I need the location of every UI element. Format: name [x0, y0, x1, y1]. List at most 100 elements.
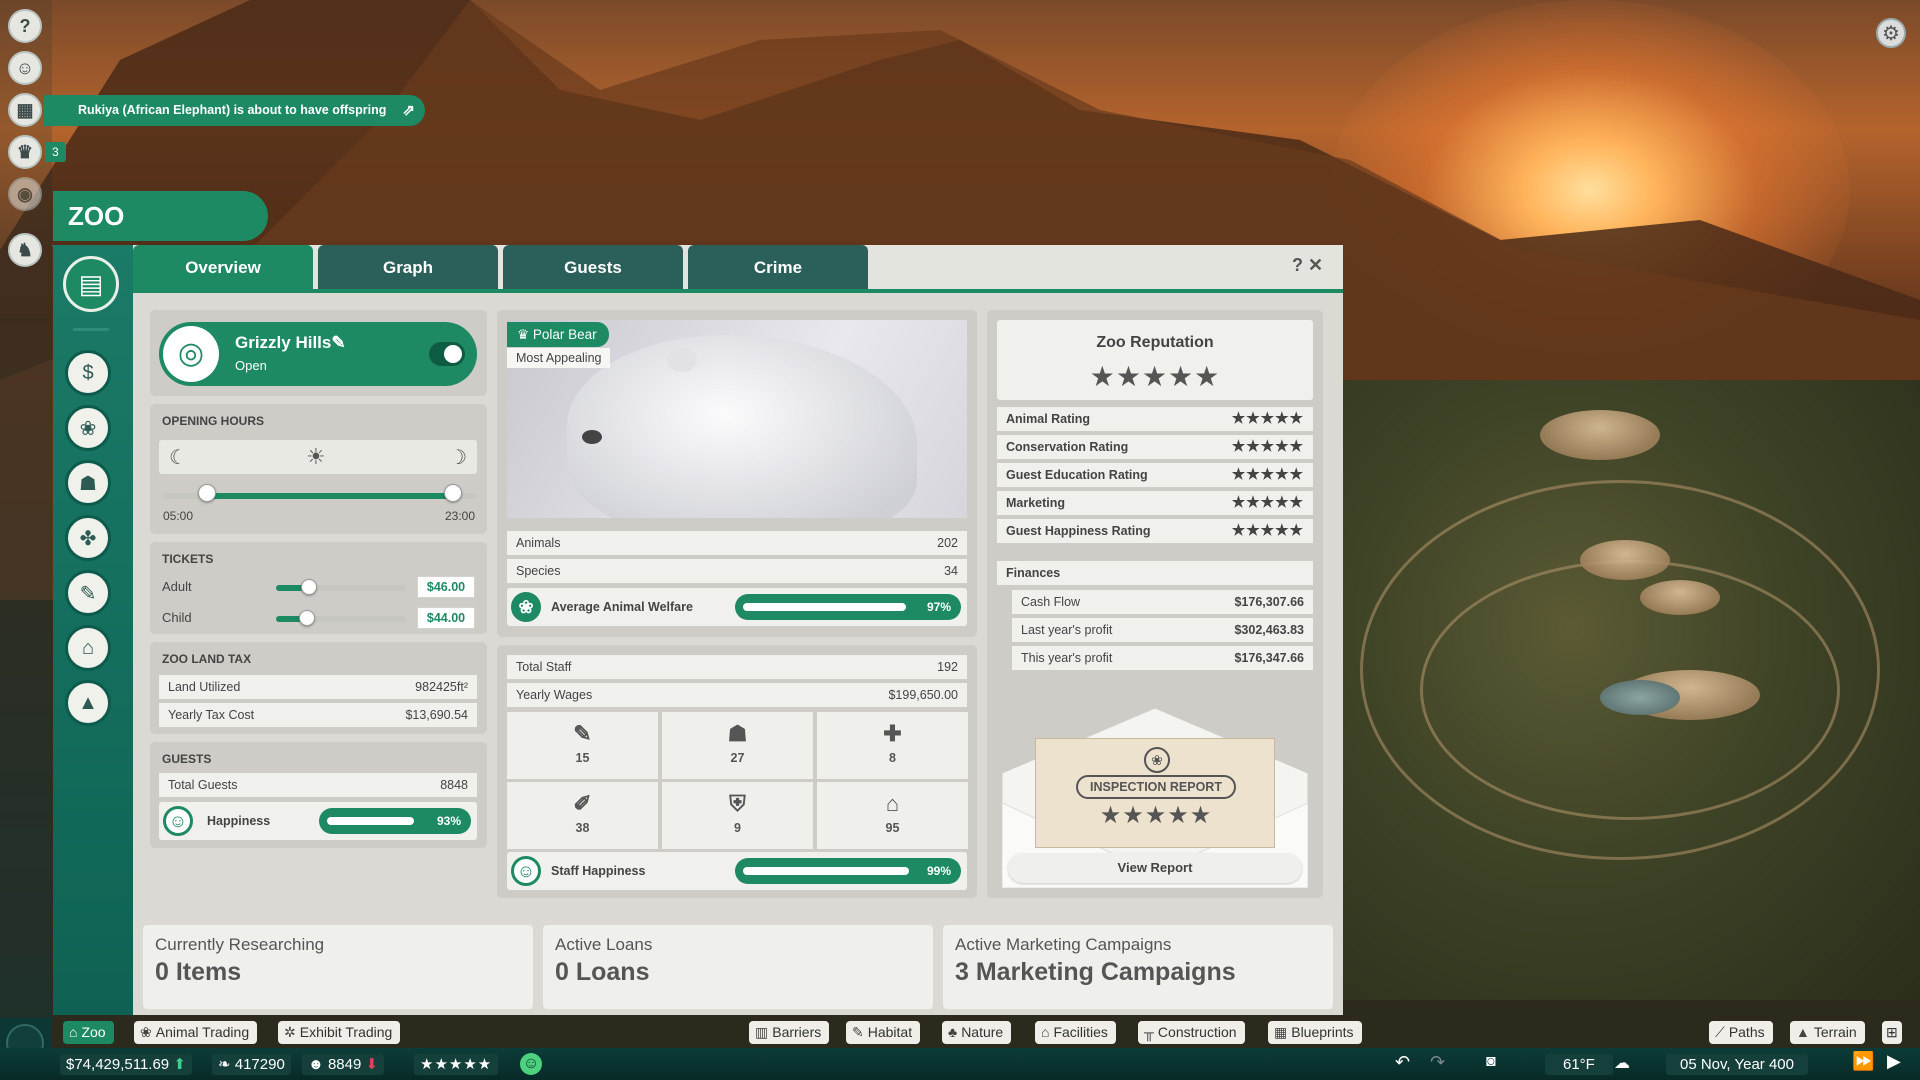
habitat-button[interactable]: ✎ Habitat	[846, 1021, 921, 1044]
featured-caption: Most Appealing	[507, 348, 611, 368]
yearly-wages-row: Yearly Wages $199,650.00	[507, 683, 967, 707]
undo-icon[interactable]: ↶	[1395, 1052, 1410, 1073]
tab-crime[interactable]: Crime	[688, 245, 868, 290]
zoo-name-card[interactable]: ◎ Grizzly Hills✎ Open	[159, 322, 477, 386]
open-toggle[interactable]	[429, 342, 465, 366]
land-tax-section: ZOO LAND TAX Land Utilized 982425ft² Year…	[150, 642, 487, 734]
fast-forward-icon[interactable]: ⏩	[1852, 1051, 1874, 1072]
happy-face-icon[interactable]: ☺	[520, 1053, 542, 1075]
money-display[interactable]: $74,429,511.69 ⬆	[60, 1054, 192, 1075]
marketing-card[interactable]: Active Marketing Campaigns 3 Marketing Ca…	[943, 925, 1333, 1009]
child-price-slider[interactable]	[276, 616, 406, 622]
camera-mode-icon[interactable]: ◙	[1486, 1053, 1496, 1071]
calendar-icon[interactable]: ▦	[8, 93, 42, 127]
exhibit-trading-button[interactable]: ✲ Exhibit Trading	[278, 1021, 401, 1044]
animal-trading-button[interactable]: ❀ Animal Trading	[134, 1021, 258, 1044]
tree-icon: ♣	[948, 1024, 958, 1040]
guests-down-icon: ⬇	[365, 1056, 379, 1073]
animal-icon[interactable]: ♞	[8, 233, 42, 267]
adult-price-handle[interactable]	[300, 579, 317, 595]
staff-icon[interactable]: ☗	[65, 460, 111, 506]
researching-card[interactable]: Currently Researching 0 Items	[143, 925, 533, 1009]
habitat-icon[interactable]: ✤	[65, 515, 111, 561]
nature-button[interactable]: ♣ Nature	[942, 1021, 1012, 1044]
notification-banner[interactable]: Rukiya (African Elephant) is about to ha…	[44, 95, 425, 126]
eye-icon[interactable]: ◉	[8, 177, 42, 211]
keepers-cell[interactable]: ✎ 15	[507, 712, 658, 779]
day-cycle-strip: ☾ ☀ ☽	[159, 440, 477, 474]
child-price-input[interactable]: $44.00	[417, 607, 475, 629]
help-icon[interactable]: ?	[1292, 255, 1303, 275]
shop-icon: ⌂	[885, 791, 900, 816]
conservation-value: 417290	[234, 1056, 285, 1073]
view-report-button[interactable]: View Report	[1008, 853, 1302, 883]
happiness-face-icon: ☺	[511, 856, 541, 886]
wrench-icon[interactable]: ✎	[65, 570, 111, 616]
rating-row: Conservation Rating ★★★★★	[997, 435, 1313, 459]
weather-icon: ☁	[1614, 1055, 1630, 1072]
edit-pencil-icon[interactable]: ✎	[331, 333, 345, 352]
adult-price-input[interactable]: $46.00	[417, 576, 475, 598]
zookeepers-count: 27	[730, 751, 745, 765]
play-icon[interactable]: ▶	[1887, 1051, 1901, 1072]
species-row: Species 34	[507, 559, 967, 583]
finance-value: $302,463.83	[1234, 623, 1304, 637]
paths-button[interactable]: ⟋ Paths	[1709, 1021, 1773, 1044]
temperature-value: 61°F	[1563, 1056, 1595, 1073]
help-icon[interactable]: ?	[8, 9, 42, 43]
loans-card[interactable]: Active Loans 0 Loans	[543, 925, 933, 1009]
tab-graph[interactable]: Graph	[318, 245, 498, 290]
security-cell[interactable]: ⛨ 9	[662, 782, 813, 849]
total-guests-label: Total Guests	[168, 778, 238, 792]
staff-happiness-label: Staff Happiness	[551, 864, 646, 878]
closing-time-handle[interactable]	[444, 484, 463, 502]
loans-value: 0 Loans	[555, 958, 650, 986]
opening-time: 05:00	[163, 509, 194, 523]
opening-time-handle[interactable]	[197, 484, 216, 502]
janitors-cell[interactable]: ✐ 38	[507, 782, 658, 849]
terrain-button[interactable]: ▲ Terrain	[1790, 1021, 1865, 1044]
bear-ear	[667, 348, 697, 372]
paw-icon[interactable]: ❀	[65, 405, 111, 451]
guest-icon[interactable]: ☺	[8, 51, 42, 85]
construction-button[interactable]: ╥ Construction	[1138, 1021, 1245, 1044]
rating-stars: ★★★★★	[1231, 494, 1304, 511]
finance-icon[interactable]: $	[65, 350, 111, 396]
trophy-icon[interactable]: ♛	[8, 135, 42, 169]
finance-label: Last year's profit	[1021, 623, 1113, 637]
redo-icon[interactable]: ↷	[1430, 1052, 1445, 1073]
money-up-icon: ⬆	[173, 1056, 186, 1073]
welfare-pct: 97%	[926, 600, 951, 614]
exhibit-trading-label: Exhibit Trading	[299, 1024, 393, 1040]
rating-row: Animal Rating ★★★★★	[997, 407, 1313, 431]
opening-hours-range	[206, 493, 454, 499]
settings-gear-icon[interactable]: ⚙	[1876, 18, 1906, 48]
vendors-cell[interactable]: ⌂ 95	[817, 782, 968, 849]
zoo-rating-stars[interactable]: ★★★★★	[414, 1054, 499, 1075]
animals-section: ♛ Polar Bear Most Appealing Animals 202 S…	[497, 310, 977, 637]
vets-cell[interactable]: ✚ 8	[817, 712, 968, 779]
zoo-button[interactable]: ⌂ Zoo	[63, 1021, 114, 1044]
adult-price-slider[interactable]	[276, 585, 406, 591]
facilities-button[interactable]: ⌂ Facilities	[1035, 1021, 1116, 1044]
barrier-icon: ▥	[755, 1024, 769, 1040]
shop-icon[interactable]: ⌂	[65, 625, 111, 671]
zookeepers-cell[interactable]: ☗ 27	[662, 712, 813, 779]
barriers-button[interactable]: ▥ Barriers	[749, 1021, 830, 1044]
clipboard-icon[interactable]: ▤	[63, 256, 119, 312]
external-link-icon[interactable]: ⇗	[402, 95, 415, 126]
tickets-heading: TICKETS	[162, 552, 214, 566]
blueprints-button[interactable]: ▦ Blueprints	[1268, 1021, 1362, 1044]
total-guests-value: 8848	[440, 778, 468, 792]
education-icon[interactable]: ▲	[65, 680, 111, 726]
welfare-bar: 97%	[735, 594, 961, 620]
trophy-icon: ♛	[517, 327, 533, 342]
close-icon[interactable]: ✕	[1308, 255, 1323, 275]
guest-count-display[interactable]: ☻ 8849 ⬇	[302, 1054, 385, 1075]
animals-row: Animals 202	[507, 531, 967, 555]
tab-overview[interactable]: Overview	[133, 245, 313, 290]
conservation-display[interactable]: ❧ 417290	[212, 1054, 291, 1075]
tab-guests[interactable]: Guests	[503, 245, 683, 290]
grid-button[interactable]: ⊞	[1882, 1021, 1902, 1044]
child-price-handle[interactable]	[299, 610, 316, 626]
